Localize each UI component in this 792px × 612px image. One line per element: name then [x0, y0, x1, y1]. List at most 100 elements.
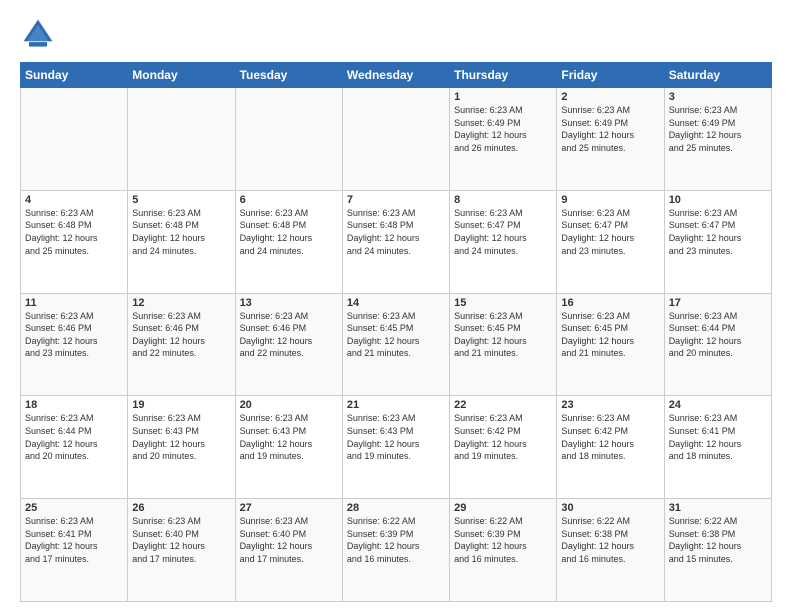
- calendar-header-row: SundayMondayTuesdayWednesdayThursdayFrid…: [21, 63, 772, 88]
- day-info: Sunrise: 6:23 AM Sunset: 6:44 PM Dayligh…: [669, 310, 767, 360]
- calendar-cell: 27Sunrise: 6:23 AM Sunset: 6:40 PM Dayli…: [235, 499, 342, 602]
- calendar-week-row: 18Sunrise: 6:23 AM Sunset: 6:44 PM Dayli…: [21, 396, 772, 499]
- day-info: Sunrise: 6:23 AM Sunset: 6:40 PM Dayligh…: [240, 515, 338, 565]
- day-number: 23: [561, 399, 659, 411]
- day-info: Sunrise: 6:23 AM Sunset: 6:49 PM Dayligh…: [561, 104, 659, 154]
- day-number: 16: [561, 297, 659, 309]
- calendar-cell: 11Sunrise: 6:23 AM Sunset: 6:46 PM Dayli…: [21, 293, 128, 396]
- day-info: Sunrise: 6:23 AM Sunset: 6:46 PM Dayligh…: [240, 310, 338, 360]
- calendar-cell: 26Sunrise: 6:23 AM Sunset: 6:40 PM Dayli…: [128, 499, 235, 602]
- calendar-cell: 8Sunrise: 6:23 AM Sunset: 6:47 PM Daylig…: [450, 190, 557, 293]
- day-info: Sunrise: 6:23 AM Sunset: 6:48 PM Dayligh…: [132, 207, 230, 257]
- calendar-cell: 28Sunrise: 6:22 AM Sunset: 6:39 PM Dayli…: [342, 499, 449, 602]
- calendar-week-row: 1Sunrise: 6:23 AM Sunset: 6:49 PM Daylig…: [21, 88, 772, 191]
- day-number: 25: [25, 502, 123, 514]
- day-info: Sunrise: 6:23 AM Sunset: 6:41 PM Dayligh…: [669, 412, 767, 462]
- day-number: 27: [240, 502, 338, 514]
- header: [20, 16, 772, 52]
- day-info: Sunrise: 6:23 AM Sunset: 6:44 PM Dayligh…: [25, 412, 123, 462]
- calendar-day-header: Sunday: [21, 63, 128, 88]
- day-number: 28: [347, 502, 445, 514]
- day-info: Sunrise: 6:22 AM Sunset: 6:39 PM Dayligh…: [347, 515, 445, 565]
- day-number: 19: [132, 399, 230, 411]
- day-info: Sunrise: 6:23 AM Sunset: 6:42 PM Dayligh…: [561, 412, 659, 462]
- calendar-cell: 30Sunrise: 6:22 AM Sunset: 6:38 PM Dayli…: [557, 499, 664, 602]
- calendar-cell: 23Sunrise: 6:23 AM Sunset: 6:42 PM Dayli…: [557, 396, 664, 499]
- day-info: Sunrise: 6:22 AM Sunset: 6:38 PM Dayligh…: [561, 515, 659, 565]
- calendar-day-header: Wednesday: [342, 63, 449, 88]
- day-info: Sunrise: 6:23 AM Sunset: 6:45 PM Dayligh…: [454, 310, 552, 360]
- calendar-cell: 20Sunrise: 6:23 AM Sunset: 6:43 PM Dayli…: [235, 396, 342, 499]
- day-number: 2: [561, 91, 659, 103]
- day-info: Sunrise: 6:23 AM Sunset: 6:49 PM Dayligh…: [454, 104, 552, 154]
- calendar-cell: [21, 88, 128, 191]
- calendar-table: SundayMondayTuesdayWednesdayThursdayFrid…: [20, 62, 772, 602]
- calendar-cell: 17Sunrise: 6:23 AM Sunset: 6:44 PM Dayli…: [664, 293, 771, 396]
- calendar-cell: 16Sunrise: 6:23 AM Sunset: 6:45 PM Dayli…: [557, 293, 664, 396]
- day-number: 29: [454, 502, 552, 514]
- day-info: Sunrise: 6:23 AM Sunset: 6:41 PM Dayligh…: [25, 515, 123, 565]
- day-info: Sunrise: 6:22 AM Sunset: 6:38 PM Dayligh…: [669, 515, 767, 565]
- day-number: 11: [25, 297, 123, 309]
- day-number: 5: [132, 194, 230, 206]
- calendar-cell: 19Sunrise: 6:23 AM Sunset: 6:43 PM Dayli…: [128, 396, 235, 499]
- calendar-cell: 18Sunrise: 6:23 AM Sunset: 6:44 PM Dayli…: [21, 396, 128, 499]
- calendar-cell: 4Sunrise: 6:23 AM Sunset: 6:48 PM Daylig…: [21, 190, 128, 293]
- day-info: Sunrise: 6:23 AM Sunset: 6:49 PM Dayligh…: [669, 104, 767, 154]
- day-number: 18: [25, 399, 123, 411]
- day-number: 21: [347, 399, 445, 411]
- day-number: 17: [669, 297, 767, 309]
- day-number: 6: [240, 194, 338, 206]
- calendar-cell: 10Sunrise: 6:23 AM Sunset: 6:47 PM Dayli…: [664, 190, 771, 293]
- calendar-cell: [235, 88, 342, 191]
- day-info: Sunrise: 6:23 AM Sunset: 6:45 PM Dayligh…: [561, 310, 659, 360]
- day-info: Sunrise: 6:23 AM Sunset: 6:43 PM Dayligh…: [132, 412, 230, 462]
- calendar-cell: 13Sunrise: 6:23 AM Sunset: 6:46 PM Dayli…: [235, 293, 342, 396]
- day-info: Sunrise: 6:23 AM Sunset: 6:42 PM Dayligh…: [454, 412, 552, 462]
- day-info: Sunrise: 6:23 AM Sunset: 6:45 PM Dayligh…: [347, 310, 445, 360]
- day-number: 1: [454, 91, 552, 103]
- calendar-week-row: 4Sunrise: 6:23 AM Sunset: 6:48 PM Daylig…: [21, 190, 772, 293]
- calendar-week-row: 25Sunrise: 6:23 AM Sunset: 6:41 PM Dayli…: [21, 499, 772, 602]
- day-info: Sunrise: 6:22 AM Sunset: 6:39 PM Dayligh…: [454, 515, 552, 565]
- day-info: Sunrise: 6:23 AM Sunset: 6:48 PM Dayligh…: [347, 207, 445, 257]
- calendar-cell: [342, 88, 449, 191]
- day-number: 22: [454, 399, 552, 411]
- day-number: 24: [669, 399, 767, 411]
- calendar-day-header: Saturday: [664, 63, 771, 88]
- calendar-cell: 2Sunrise: 6:23 AM Sunset: 6:49 PM Daylig…: [557, 88, 664, 191]
- calendar-cell: 3Sunrise: 6:23 AM Sunset: 6:49 PM Daylig…: [664, 88, 771, 191]
- day-number: 30: [561, 502, 659, 514]
- day-info: Sunrise: 6:23 AM Sunset: 6:47 PM Dayligh…: [454, 207, 552, 257]
- day-info: Sunrise: 6:23 AM Sunset: 6:43 PM Dayligh…: [347, 412, 445, 462]
- calendar-cell: 14Sunrise: 6:23 AM Sunset: 6:45 PM Dayli…: [342, 293, 449, 396]
- calendar-week-row: 11 Sunrise: 6:23 AM Sunset: 6:46 PM Dayli…: [21, 293, 772, 396]
- calendar-cell: 6Sunrise: 6:23 AM Sunset: 6:48 PM Daylig…: [235, 190, 342, 293]
- day-number: 7: [347, 194, 445, 206]
- day-number: 20: [240, 399, 338, 411]
- calendar-cell: 31Sunrise: 6:22 AM Sunset: 6:38 PM Dayli…: [664, 499, 771, 602]
- calendar-cell: 29Sunrise: 6:22 AM Sunset: 6:39 PM Dayli…: [450, 499, 557, 602]
- day-info: Sunrise: 6:23 AM Sunset: 6:46 PM Dayligh…: [132, 310, 230, 360]
- day-number: 8: [454, 194, 552, 206]
- calendar-cell: 1Sunrise: 6:23 AM Sunset: 6:49 PM Daylig…: [450, 88, 557, 191]
- calendar-day-header: Monday: [128, 63, 235, 88]
- day-number: 12: [132, 297, 230, 309]
- calendar-cell: 25Sunrise: 6:23 AM Sunset: 6:41 PM Dayli…: [21, 499, 128, 602]
- day-number: 3: [669, 91, 767, 103]
- calendar-cell: [128, 88, 235, 191]
- day-number: 10: [669, 194, 767, 206]
- calendar-day-header: Tuesday: [235, 63, 342, 88]
- day-info: Sunrise: 6:23 AM Sunset: 6:47 PM Dayligh…: [561, 207, 659, 257]
- day-number: 9: [561, 194, 659, 206]
- calendar-cell: 7Sunrise: 6:23 AM Sunset: 6:48 PM Daylig…: [342, 190, 449, 293]
- calendar-cell: 5Sunrise: 6:23 AM Sunset: 6:48 PM Daylig…: [128, 190, 235, 293]
- logo: [20, 16, 60, 52]
- page: SundayMondayTuesdayWednesdayThursdayFrid…: [0, 0, 792, 612]
- calendar-cell: 22Sunrise: 6:23 AM Sunset: 6:42 PM Dayli…: [450, 396, 557, 499]
- calendar-cell: 9Sunrise: 6:23 AM Sunset: 6:47 PM Daylig…: [557, 190, 664, 293]
- calendar-cell: 12Sunrise: 6:23 AM Sunset: 6:46 PM Dayli…: [128, 293, 235, 396]
- day-info: Sunrise: 6:23 AM Sunset: 6:48 PM Dayligh…: [240, 207, 338, 257]
- day-info: Sunrise: 6:23 AM Sunset: 6:43 PM Dayligh…: [240, 412, 338, 462]
- logo-icon: [20, 16, 56, 52]
